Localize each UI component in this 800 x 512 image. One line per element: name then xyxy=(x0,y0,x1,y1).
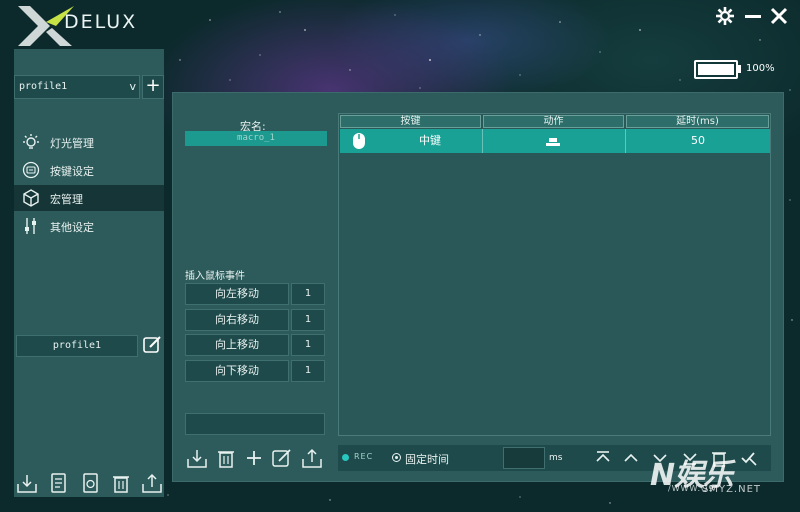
move-left-value[interactable]: 1 xyxy=(291,283,325,305)
import-icon[interactable] xyxy=(16,472,38,494)
move-top-icon[interactable] xyxy=(594,449,612,467)
move-right-value[interactable]: 1 xyxy=(291,309,325,331)
move-down-value[interactable]: 1 xyxy=(291,360,325,382)
profile-select[interactable]: profile1 v xyxy=(14,75,140,99)
battery-icon xyxy=(694,60,738,79)
gear-icon[interactable] xyxy=(714,6,736,28)
move-left-button[interactable]: 向左移动 xyxy=(185,283,289,305)
fixed-time-radio[interactable] xyxy=(392,453,401,462)
record-label[interactable]: REC xyxy=(354,452,373,461)
column-divider xyxy=(482,129,483,153)
battery-level-fill xyxy=(698,64,734,75)
sidebar xyxy=(14,49,164,497)
move-up-icon[interactable] xyxy=(622,449,640,467)
fixed-time-input[interactable] xyxy=(503,447,545,469)
close-icon[interactable] xyxy=(768,6,790,28)
sliders-icon xyxy=(25,218,36,234)
table-header-delay: 延时(ms) xyxy=(626,115,769,128)
battery-percent: 100% xyxy=(746,63,775,74)
move-up-value[interactable]: 1 xyxy=(291,334,325,356)
edit-icon[interactable] xyxy=(271,447,293,469)
table-header-key: 按键 xyxy=(340,115,481,128)
light-bulb-icon xyxy=(23,134,39,149)
sidebar-item-keys[interactable]: 按键设定 xyxy=(14,157,164,183)
insert-mouse-event-label: 插入鼠标事件 xyxy=(185,271,245,282)
sidebar-item-label: 宏管理 xyxy=(50,193,83,206)
record-indicator-icon[interactable] xyxy=(342,454,349,461)
export-icon[interactable] xyxy=(141,472,163,494)
profile-name-field[interactable]: profile1 xyxy=(16,335,138,357)
chevron-down-icon[interactable]: v xyxy=(129,80,136,93)
sidebar-item-lighting[interactable]: 灯光管理 xyxy=(14,129,164,155)
row-delay: 50 xyxy=(691,134,705,147)
import-icon[interactable] xyxy=(186,447,208,469)
watermark-small: /WWW.Q9 xyxy=(668,484,715,493)
add-icon[interactable] xyxy=(243,447,265,469)
move-right-button[interactable]: 向右移动 xyxy=(185,309,289,331)
sidebar-item-label: 灯光管理 xyxy=(50,137,94,150)
sync-icon[interactable] xyxy=(80,472,102,494)
trash-icon[interactable] xyxy=(110,472,132,494)
ms-unit-label: ms xyxy=(549,453,563,463)
battery-tip xyxy=(738,65,741,73)
radio-dot xyxy=(395,456,398,459)
macro-name-field[interactable]: macro_1 xyxy=(185,131,327,146)
minimize-icon[interactable] xyxy=(742,6,764,28)
edit-icon[interactable] xyxy=(142,335,164,357)
move-down-button[interactable]: 向下移动 xyxy=(185,360,289,382)
brand-name: DELUX xyxy=(64,11,138,33)
trash-icon[interactable] xyxy=(215,447,237,469)
press-down-icon xyxy=(546,138,560,146)
fixed-time-label: 固定时间 xyxy=(405,453,449,466)
profile-select-value: profile1 xyxy=(19,81,68,92)
sidebar-item-other[interactable]: 其他设定 xyxy=(14,213,164,239)
move-up-button[interactable]: 向上移动 xyxy=(185,334,289,356)
mouse-icon xyxy=(353,133,365,149)
sidebar-item-macro[interactable]: 宏管理 xyxy=(14,185,164,211)
macro-event-table xyxy=(338,113,771,436)
export-icon[interactable] xyxy=(301,447,323,469)
cube-icon xyxy=(23,189,39,207)
sidebar-item-label: 按键设定 xyxy=(50,165,94,178)
notes-icon[interactable] xyxy=(48,472,70,494)
keyboard-icon xyxy=(22,161,40,179)
clear-icon[interactable] xyxy=(740,449,758,467)
table-header-action: 动作 xyxy=(483,115,624,128)
table-row[interactable]: 中键 50 xyxy=(340,129,770,153)
sidebar-item-label: 其他设定 xyxy=(50,221,94,234)
row-key: 中键 xyxy=(419,134,441,147)
add-profile-button[interactable]: + xyxy=(142,75,164,99)
macro-list-field[interactable] xyxy=(185,413,325,435)
